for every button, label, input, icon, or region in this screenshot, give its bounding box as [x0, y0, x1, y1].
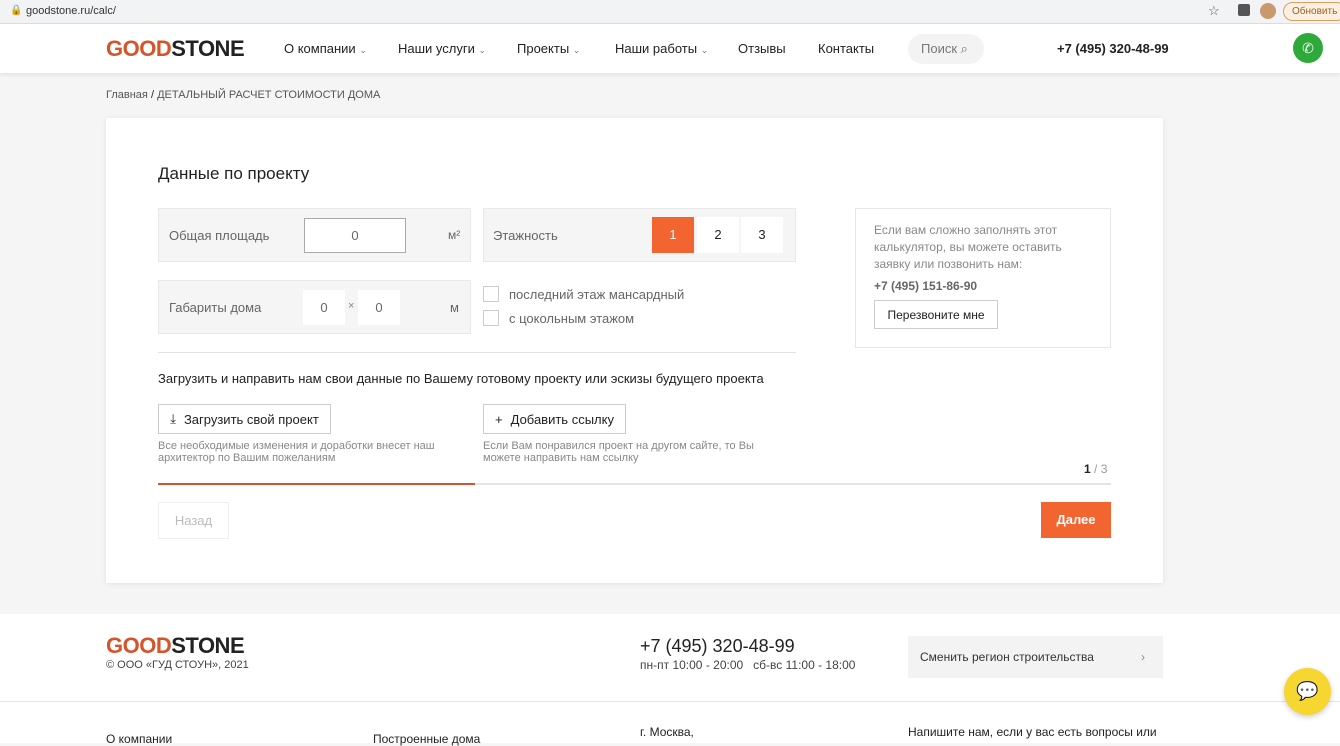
area-label: Общая площадь: [169, 228, 270, 243]
breadcrumb-home[interactable]: Главная: [106, 89, 148, 101]
nav-reviews[interactable]: Отзывы: [738, 41, 786, 56]
dimensions-label: Габариты дома: [169, 300, 262, 315]
footer-link-built-houses[interactable]: Построенные дома: [373, 732, 480, 746]
lock-icon: 🔒: [10, 5, 23, 16]
dimensions-group: Габариты дома 0 × 0 м: [158, 280, 471, 334]
footer-link-about[interactable]: О компании: [106, 732, 172, 746]
attic-label: последний этаж мансардный: [509, 286, 685, 302]
floor-option-1[interactable]: 1: [652, 217, 694, 253]
nav-label: О компании: [284, 41, 356, 56]
chevron-down-icon: ⌄: [359, 45, 367, 55]
add-link-button[interactable]: + Добавить ссылку: [483, 404, 626, 434]
download-icon: ⤓: [170, 411, 176, 426]
floor-option-3[interactable]: 3: [741, 217, 783, 253]
floors-label: Этажность: [493, 228, 558, 243]
upload-text: Загрузить и направить нам свои данные по…: [158, 371, 764, 386]
checkbox[interactable]: [483, 286, 499, 302]
chevron-down-icon: ⌄: [572, 45, 581, 55]
header-phone[interactable]: +7 (495) 320-48-99: [1057, 41, 1169, 56]
search-label: Поиск: [921, 41, 958, 56]
length-input[interactable]: 0: [358, 290, 400, 325]
progress-bar: [158, 483, 1111, 485]
breadcrumb: Главная / ДЕТАЛЬНЫЙ РАСЧЕТ СТОИМОСТИ ДОМ…: [106, 89, 380, 101]
phone-icon: ✆: [1302, 40, 1314, 56]
area-input[interactable]: 0: [304, 218, 406, 253]
step-current: 1: [1084, 462, 1091, 476]
work-hours: пн-пт 10:00 - 20:00 сб-вс 11:00 - 18:00: [640, 658, 856, 672]
logo[interactable]: GOODSTONE: [106, 36, 245, 62]
logo-part: GOOD: [106, 633, 172, 658]
back-button[interactable]: Назад: [158, 502, 229, 539]
area-unit: м²: [448, 228, 461, 242]
breadcrumb-current: ДЕТАЛЬНЫЙ РАСЧЕТ СТОИМОСТИ ДОМА: [157, 89, 381, 101]
help-box: Если вам сложно заполнять этот калькулят…: [855, 208, 1111, 348]
nav-label: Проекты: [517, 41, 570, 56]
footer: GOODSTONE © ООО «ГУД СТОУН», 2021 +7 (49…: [0, 614, 1340, 746]
calculator-card: Данные по проекту Общая площадь 0 м² Эта…: [106, 118, 1163, 583]
basement-checkbox[interactable]: с цокольным этажом: [483, 310, 634, 326]
browser-bar: 🔒 goodstone.ru/calc/ ☆ Обновить: [0, 0, 1340, 24]
phone-call-button[interactable]: ✆: [1293, 33, 1323, 63]
logo-part: GOOD: [106, 36, 172, 61]
star-icon[interactable]: ☆: [1208, 3, 1220, 19]
link-hint: Если Вам понравился проект на другом сай…: [483, 440, 754, 464]
footer-phone[interactable]: +7 (495) 320-48-99: [640, 636, 795, 657]
dimensions-unit: м: [450, 300, 459, 315]
upload-label: Загрузить свой проект: [183, 411, 319, 427]
help-phone[interactable]: +7 (495) 151-86-90: [874, 279, 1092, 293]
update-button[interactable]: Обновить: [1283, 2, 1340, 21]
plus-icon: +: [495, 411, 503, 427]
avatar[interactable]: [1260, 3, 1276, 19]
nav-works[interactable]: Наши работы ⌄: [615, 41, 708, 56]
floor-option-2[interactable]: 2: [697, 217, 739, 253]
upload-project-button[interactable]: ⤓ Загрузить свой проект: [158, 404, 331, 434]
step-total: / 3: [1094, 462, 1108, 476]
width-input[interactable]: 0: [303, 290, 345, 325]
nav-projects[interactable]: Проекты ⌄: [517, 41, 580, 56]
extensions-icon[interactable]: [1238, 4, 1250, 16]
footer-address: г. Москва,: [640, 725, 694, 739]
area-group: Общая площадь 0 м²: [158, 208, 471, 262]
chevron-down-icon: ⌄: [478, 45, 487, 55]
nav-label: Наши работы: [615, 41, 698, 56]
floors-group: Этажность 1 2 3: [483, 208, 796, 262]
search-icon: ⌕: [960, 41, 968, 56]
nav-services[interactable]: Наши услуги ⌄: [398, 41, 486, 56]
region-label: Сменить регион строительства: [920, 650, 1094, 664]
divider: [158, 352, 796, 353]
checkbox[interactable]: [483, 310, 499, 326]
progress-fill: [158, 483, 476, 485]
basement-label: с цокольным этажом: [509, 310, 635, 326]
footer-write-us: Напишите нам, если у вас есть вопросы ил…: [908, 725, 1157, 739]
step-counter: 1 / 3: [1084, 462, 1107, 476]
chevron-down-icon: ⌄: [700, 45, 709, 55]
chevron-right-icon: ›: [1141, 650, 1145, 664]
callback-button[interactable]: Перезвоните мне: [874, 300, 998, 329]
breadcrumb-sep: /: [150, 89, 154, 101]
chat-button[interactable]: 💬: [1284, 668, 1331, 715]
upload-hint: Все необходимые изменения и доработки вн…: [158, 440, 435, 464]
next-button[interactable]: Далее: [1041, 502, 1111, 538]
url-bar[interactable]: goodstone.ru/calc/: [26, 5, 116, 17]
search-button[interactable]: Поиск ⌕: [908, 34, 984, 64]
footer-logo[interactable]: GOODSTONE: [106, 633, 245, 659]
chat-icon: 💬: [1296, 681, 1319, 701]
site-header: GOODSTONE О компании ⌄ Наши услуги ⌄ Про…: [0, 24, 1340, 73]
nav-label: Наши услуги: [398, 41, 475, 56]
change-region-button[interactable]: Сменить регион строительства ›: [908, 636, 1163, 678]
logo-part: STONE: [171, 633, 245, 658]
help-text: Если вам сложно заполнять этот калькулят…: [874, 223, 1062, 271]
attic-checkbox[interactable]: последний этаж мансардный: [483, 286, 684, 302]
times-sign: ×: [348, 300, 355, 312]
logo-part: STONE: [171, 36, 245, 61]
nav-about[interactable]: О компании ⌄: [284, 41, 367, 56]
divider: [0, 701, 1340, 702]
copyright: © ООО «ГУД СТОУН», 2021: [106, 659, 249, 671]
add-link-label: Добавить ссылку: [510, 411, 614, 427]
nav-contacts[interactable]: Контакты: [818, 41, 874, 56]
form-title: Данные по проекту: [158, 164, 310, 183]
